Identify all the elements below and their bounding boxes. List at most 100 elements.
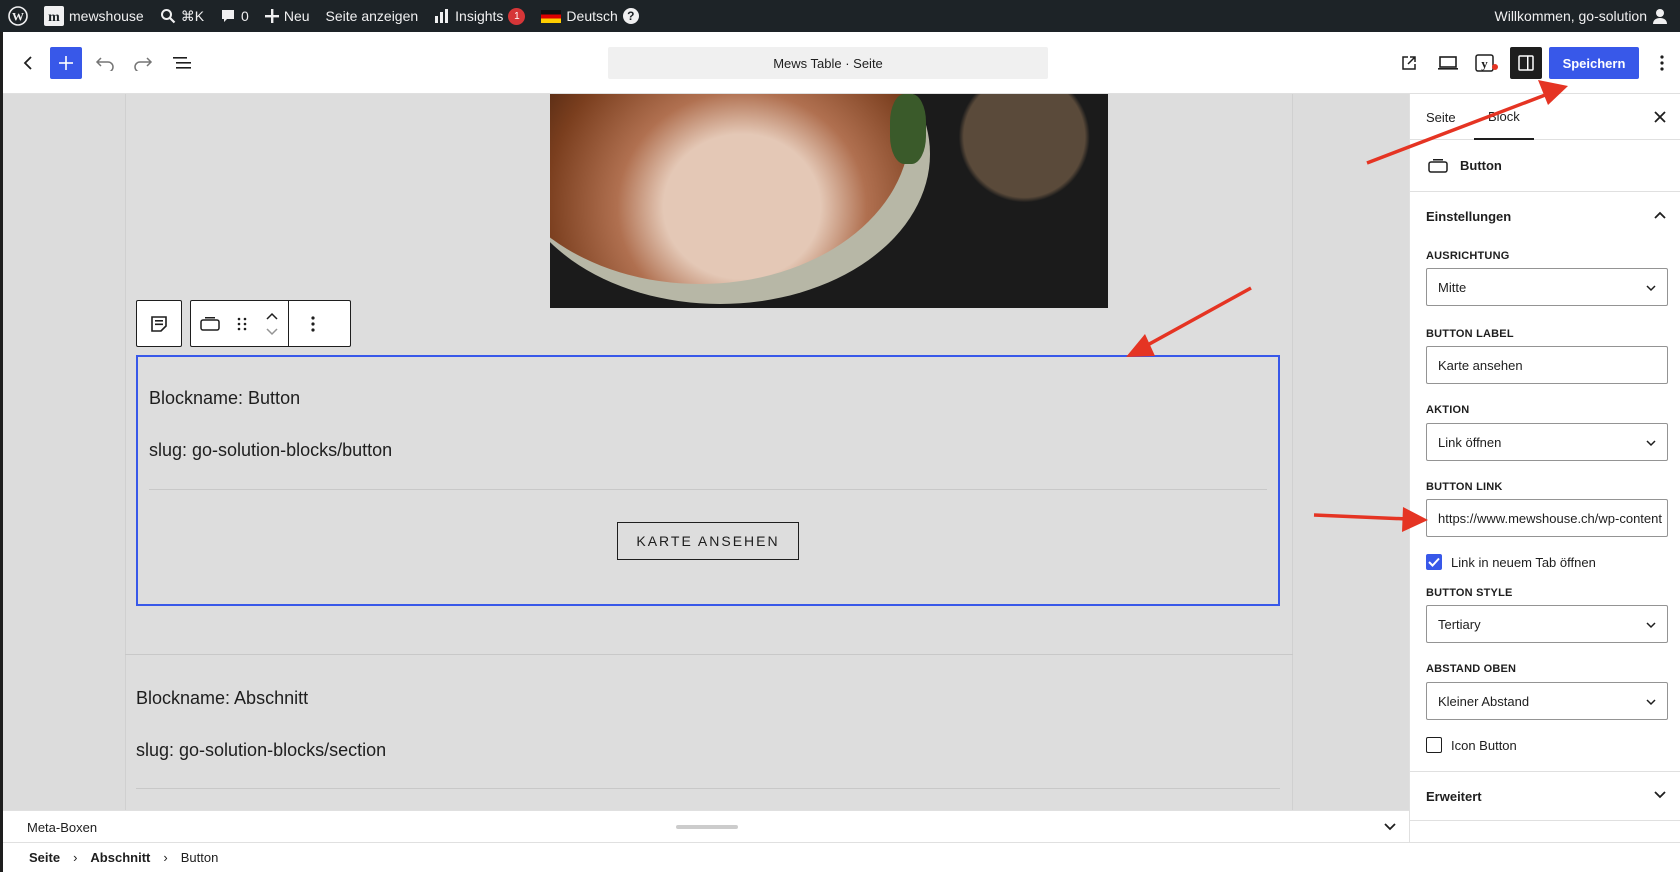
button-block-icon bbox=[1428, 158, 1448, 173]
view-page-button[interactable] bbox=[1393, 47, 1425, 79]
move-up-down-button[interactable] bbox=[255, 301, 289, 346]
block-breadcrumb: Seite › Abschnitt › Button bbox=[3, 842, 1680, 872]
new-tab-label: Link in neuem Tab öffnen bbox=[1451, 554, 1596, 570]
yoast-icon: y bbox=[1475, 54, 1498, 72]
view-page-label: Seite anzeigen bbox=[325, 8, 419, 24]
button-label-input[interactable]: Karte ansehen bbox=[1426, 346, 1668, 384]
svg-text:W: W bbox=[12, 10, 24, 24]
chevron-down-icon[interactable] bbox=[1383, 821, 1397, 833]
redo-button[interactable] bbox=[127, 47, 159, 79]
admin-bar: W m mewshouse ⌘K 0 Neu Seite anzeigen In… bbox=[0, 0, 1680, 32]
block-inserter-button[interactable] bbox=[50, 47, 82, 79]
command-search-button[interactable]: ⌘K bbox=[152, 0, 212, 32]
undo-icon bbox=[95, 57, 114, 71]
chevron-down-icon bbox=[1646, 440, 1656, 447]
plus-icon bbox=[264, 9, 279, 23]
back-button[interactable] bbox=[13, 47, 45, 79]
section-block-slug: slug: go-solution-blocks/section bbox=[136, 740, 387, 760]
site-name: mewshouse bbox=[69, 8, 144, 24]
redo-icon bbox=[134, 57, 153, 71]
chevron-up-down-icon bbox=[265, 312, 278, 335]
comment-icon bbox=[222, 10, 235, 22]
breadcrumb-separator: › bbox=[163, 850, 168, 865]
spacing-top-label: ABSTAND OBEN bbox=[1426, 663, 1517, 675]
new-content-button[interactable]: Neu bbox=[257, 0, 318, 32]
sidebar-icon bbox=[1518, 55, 1534, 71]
block-divider bbox=[149, 489, 1267, 490]
drag-handle-icon bbox=[237, 317, 247, 330]
document-overview-button[interactable] bbox=[166, 47, 198, 79]
sidebar-tabs: Seite Block bbox=[1410, 94, 1680, 140]
comments-count: 0 bbox=[241, 8, 249, 24]
karte-ansehen-button[interactable]: KARTE ANSEHEN bbox=[617, 522, 799, 560]
view-page-link[interactable]: Seite anzeigen bbox=[318, 0, 427, 32]
block-toolbar bbox=[190, 300, 351, 347]
section-divider bbox=[125, 654, 1293, 655]
more-vertical-icon bbox=[311, 315, 315, 332]
settings-panel-toggle[interactable]: Einstellungen bbox=[1410, 192, 1680, 240]
document-title-bar[interactable]: Mews Table · Seite bbox=[608, 47, 1048, 79]
editor-canvas: Blockname: Button slug: go-solution-bloc… bbox=[3, 94, 1409, 810]
new-tab-checkbox[interactable] bbox=[1426, 554, 1442, 570]
panel-divider bbox=[1410, 820, 1680, 821]
wordpress-logo-button[interactable]: W bbox=[0, 0, 36, 32]
resize-handle[interactable] bbox=[676, 825, 738, 829]
user-icon bbox=[1653, 9, 1667, 24]
chevron-left-icon bbox=[23, 56, 32, 70]
plus-icon bbox=[59, 56, 73, 70]
settings-panel-title: Einstellungen bbox=[1426, 208, 1512, 224]
block-parent-selector[interactable] bbox=[136, 300, 182, 347]
selected-button-block[interactable] bbox=[136, 355, 1280, 606]
breadcrumb-item-button: Button bbox=[180, 850, 219, 865]
button-link-input[interactable]: https://www.mewshouse.ch/wp-content bbox=[1426, 499, 1668, 537]
yoast-seo-button[interactable]: y bbox=[1471, 47, 1503, 79]
icon-button-checkbox-row[interactable]: Icon Button bbox=[1426, 737, 1517, 753]
button-style-label: BUTTON STYLE bbox=[1426, 587, 1513, 599]
chevron-up-icon bbox=[1654, 211, 1666, 219]
comments-link[interactable]: 0 bbox=[212, 0, 257, 32]
new-label: Neu bbox=[283, 8, 310, 24]
block-type-button[interactable] bbox=[191, 301, 229, 346]
preview-device-button[interactable] bbox=[1432, 47, 1464, 79]
spacing-top-select[interactable]: Kleiner Abstand bbox=[1426, 682, 1668, 720]
spacing-top-value: Kleiner Abstand bbox=[1438, 693, 1530, 709]
button-label-value: Karte ansehen bbox=[1438, 357, 1523, 373]
breadcrumb-item-section[interactable]: Abschnitt bbox=[90, 850, 150, 865]
breadcrumb-item-page[interactable]: Seite bbox=[29, 850, 60, 865]
advanced-panel-title: Erweitert bbox=[1426, 788, 1482, 804]
alignment-select[interactable]: Mitte bbox=[1426, 268, 1668, 306]
insights-link[interactable]: Insights 1 bbox=[426, 0, 533, 32]
close-sidebar-button[interactable] bbox=[1649, 106, 1671, 128]
chevron-down-icon bbox=[1646, 622, 1656, 629]
food-image bbox=[550, 94, 1108, 308]
tab-page[interactable]: Seite bbox=[1426, 94, 1456, 140]
block-options-button[interactable] bbox=[289, 301, 337, 346]
site-name-link[interactable]: m mewshouse bbox=[36, 0, 152, 32]
button-style-select[interactable]: Tertiary bbox=[1426, 605, 1668, 643]
meta-boxes-bar[interactable]: Meta-Boxen bbox=[3, 810, 1409, 842]
icon-button-checkbox[interactable] bbox=[1426, 737, 1442, 753]
section-block-name: Blockname: Abschnitt bbox=[136, 688, 309, 708]
undo-button[interactable] bbox=[89, 47, 121, 79]
options-menu-button[interactable] bbox=[1646, 47, 1678, 79]
button-link-label: BUTTON LINK bbox=[1426, 481, 1503, 493]
drag-handle[interactable] bbox=[229, 301, 255, 346]
search-shortcut: ⌘K bbox=[180, 7, 205, 24]
new-tab-checkbox-row[interactable]: Link in neuem Tab öffnen bbox=[1426, 554, 1596, 570]
language-switcher[interactable]: Deutsch ? bbox=[533, 0, 646, 32]
settings-sidebar-toggle[interactable] bbox=[1510, 47, 1542, 79]
alignment-label: AUSRICHTUNG bbox=[1426, 250, 1510, 262]
button-block-name: Blockname: Button bbox=[149, 388, 301, 408]
meta-boxes-label: Meta-Boxen bbox=[27, 820, 98, 835]
herb-shape bbox=[890, 94, 926, 164]
save-button[interactable]: Speichern bbox=[1549, 47, 1639, 79]
desktop-icon bbox=[1438, 56, 1458, 70]
tab-block[interactable]: Block bbox=[1474, 94, 1534, 140]
welcome-text: Willkommen, go-solution bbox=[1494, 8, 1648, 24]
more-vertical-icon bbox=[1660, 55, 1664, 71]
action-select[interactable]: Link öffnen bbox=[1426, 423, 1668, 461]
advanced-panel-toggle[interactable]: Erweitert bbox=[1410, 772, 1680, 820]
close-icon bbox=[1654, 111, 1666, 123]
account-menu[interactable]: Willkommen, go-solution bbox=[1487, 0, 1677, 32]
alignment-value: Mitte bbox=[1438, 279, 1467, 295]
